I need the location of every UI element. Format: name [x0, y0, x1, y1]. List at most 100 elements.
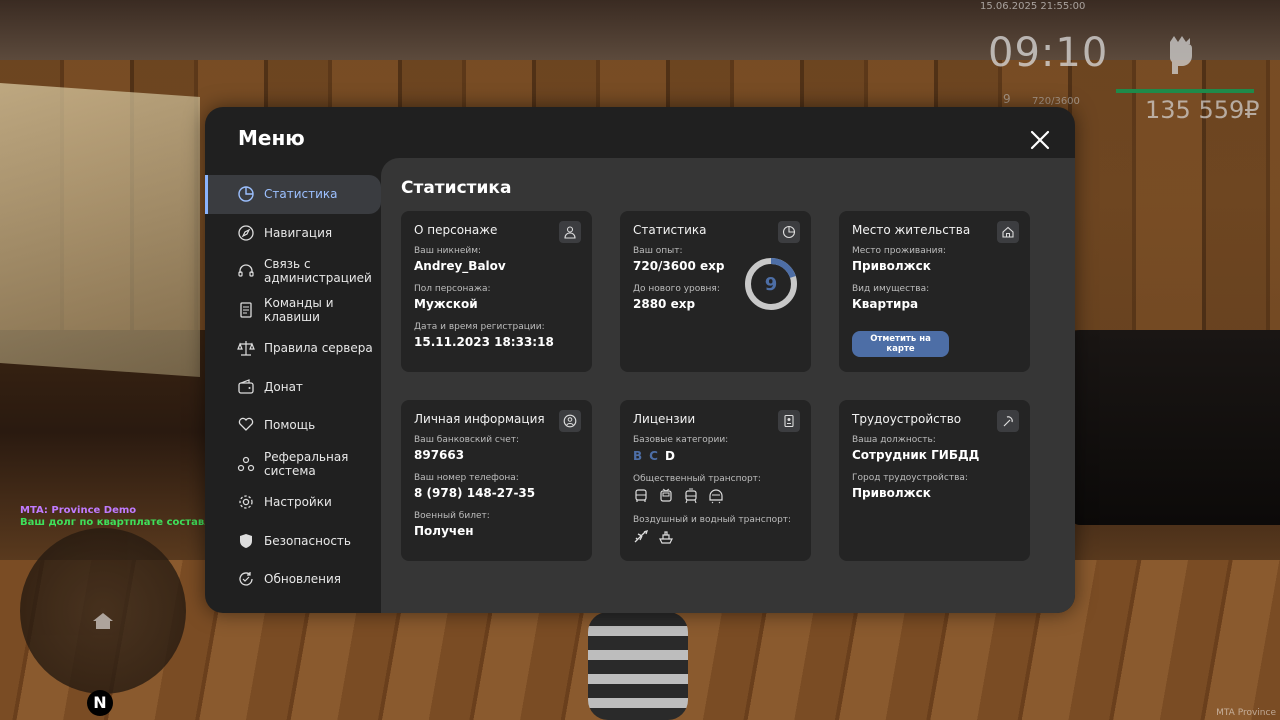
- sidebar-item-label: Реферальная система: [264, 449, 349, 478]
- radar-map: [20, 528, 186, 694]
- sidebar-item-label: Навигация: [264, 225, 333, 240]
- house-icon: [997, 221, 1019, 243]
- sidebar-item-security[interactable]: Безопасность: [205, 522, 381, 561]
- level-value: 9: [765, 274, 778, 295]
- sidebar-item-label: Настройки: [264, 495, 332, 510]
- sidebar: Статистика Навигация Связь с администрац…: [205, 175, 381, 599]
- licenses-card: Лицензии Базовые категории: B C D Общест…: [620, 400, 811, 561]
- sidebar-item-help[interactable]: Помощь: [205, 406, 381, 445]
- registration-label: Дата и время регистрации:: [414, 322, 545, 332]
- license-category-d: D: [664, 449, 675, 463]
- watermark: MTA Province: [1216, 708, 1276, 718]
- nickname-label: Ваш никнейм:: [414, 246, 482, 256]
- registration-value: 15.11.2023 18:33:18: [414, 335, 554, 349]
- phone-value: 8 (978) 148-27-35: [414, 486, 536, 500]
- bank-account-value: 897663: [414, 448, 465, 462]
- stats-card: Статистика Ваш опыт: 720/3600 exp До нов…: [620, 211, 811, 372]
- sidebar-item-rules[interactable]: Правила сервера: [205, 329, 381, 368]
- sofa: [1070, 330, 1280, 525]
- license-category-b: B: [633, 449, 643, 463]
- compass-icon: [238, 225, 254, 241]
- pie-chart-icon: [238, 186, 254, 202]
- air-water-transport-icons: [633, 529, 798, 545]
- scales-icon: [237, 341, 255, 356]
- nickname-value: Andrey_Balov: [414, 259, 506, 273]
- tram-icon: [685, 488, 697, 504]
- card-title: Место жительства: [852, 223, 971, 237]
- mark-on-map-button[interactable]: Отметить на карте: [852, 331, 949, 357]
- sidebar-item-navigation[interactable]: Навигация: [205, 214, 381, 253]
- gear-icon: [239, 495, 253, 509]
- user-circle-icon: [559, 410, 581, 432]
- job-city-value: Приволжск: [852, 486, 931, 500]
- card-title: Личная информация: [414, 412, 545, 426]
- sidebar-item-statistics[interactable]: Статистика: [205, 175, 381, 214]
- document-icon: [240, 302, 252, 318]
- fist-icon: [1170, 36, 1192, 74]
- pie-chart-icon: [778, 221, 800, 243]
- refresh-icon: [239, 572, 253, 586]
- military-id-value: Получен: [414, 524, 474, 538]
- heart-hand-icon: [238, 418, 254, 432]
- character-legs: [588, 612, 688, 720]
- trolleybus-icon: [660, 488, 672, 502]
- military-id-label: Военный билет:: [414, 511, 490, 521]
- sidebar-item-label: Команды и клавиши: [264, 295, 334, 324]
- sidebar-item-label: Связь с администрацией: [264, 257, 372, 286]
- residence-card: Место жительства Место проживания: Приво…: [839, 211, 1030, 372]
- sidebar-item-referral[interactable]: Реферальная система: [205, 445, 381, 484]
- sidebar-item-settings[interactable]: Настройки: [205, 483, 381, 522]
- gender-label: Пол персонажа:: [414, 284, 491, 294]
- home-icon: [93, 613, 113, 629]
- bus-icon: [635, 489, 647, 502]
- sidebar-item-label: Правила сервера: [264, 341, 373, 356]
- sidebar-item-contact-admin[interactable]: Связь с администрацией: [205, 252, 381, 291]
- hud-level: 9: [1003, 92, 1011, 106]
- job-position-label: Ваша должность:: [852, 435, 936, 445]
- character-card: О персонаже Ваш никнейм: Andrey_Balov По…: [401, 211, 592, 372]
- bank-account-label: Ваш банковский счет:: [414, 435, 520, 445]
- sidebar-item-label: Статистика: [264, 187, 338, 202]
- air-water-transport-label: Воздушный и водный транспорт:: [633, 515, 792, 525]
- level-progress-ring: 9: [745, 258, 797, 310]
- sidebar-item-label: Безопасность: [264, 533, 351, 548]
- shield-icon: [240, 533, 252, 548]
- residence-place-label: Место проживания:: [852, 246, 946, 256]
- hud-money: 135 559₽: [1145, 96, 1260, 124]
- menu-title: Меню: [238, 126, 305, 150]
- license-categories: B C D: [633, 449, 798, 463]
- page-title: Статистика: [401, 178, 512, 198]
- content-panel: Статистика О персонаже Ваш никнейм: Andr…: [381, 158, 1075, 613]
- radar-north: N: [87, 690, 113, 716]
- job-position-value: Сотрудник ГИБДД: [852, 448, 980, 462]
- sidebar-item-updates[interactable]: Обновления: [205, 560, 381, 599]
- headset-icon: [238, 264, 254, 277]
- job-city-label: Город трудоустройства:: [852, 473, 968, 483]
- public-transport-label: Общественный транспорт:: [633, 474, 761, 484]
- user-icon: [559, 221, 581, 243]
- hud-datetime: 15.06.2025 21:55:00: [980, 1, 1086, 12]
- lamp: [0, 83, 200, 377]
- employment-card: Трудоустройство Ваша должность: Сотрудни…: [839, 400, 1030, 561]
- property-type-value: Квартира: [852, 297, 919, 311]
- card-title: О персонаже: [414, 223, 498, 237]
- metro-icon: [709, 489, 723, 504]
- hud-time: 09:10: [988, 30, 1109, 76]
- close-icon[interactable]: [1029, 129, 1051, 151]
- pickaxe-icon: [997, 410, 1019, 432]
- health-bar: [1116, 89, 1254, 93]
- sidebar-item-label: Донат: [264, 379, 303, 394]
- base-categories-label: Базовые категории:: [633, 435, 729, 445]
- exp-label: Ваш опыт:: [633, 246, 683, 256]
- sidebar-item-commands[interactable]: Команды и клавиши: [205, 291, 381, 330]
- sidebar-item-label: Обновления: [264, 572, 342, 587]
- plane-icon: [634, 529, 649, 543]
- card-title: Статистика: [633, 223, 707, 237]
- sidebar-item-donate[interactable]: Донат: [205, 368, 381, 407]
- people-icon: [237, 456, 255, 471]
- gender-value: Мужской: [414, 297, 478, 311]
- residence-place-value: Приволжск: [852, 259, 931, 273]
- ship-icon: [659, 531, 673, 544]
- id-card-icon: [778, 410, 800, 432]
- card-title: Лицензии: [633, 412, 696, 426]
